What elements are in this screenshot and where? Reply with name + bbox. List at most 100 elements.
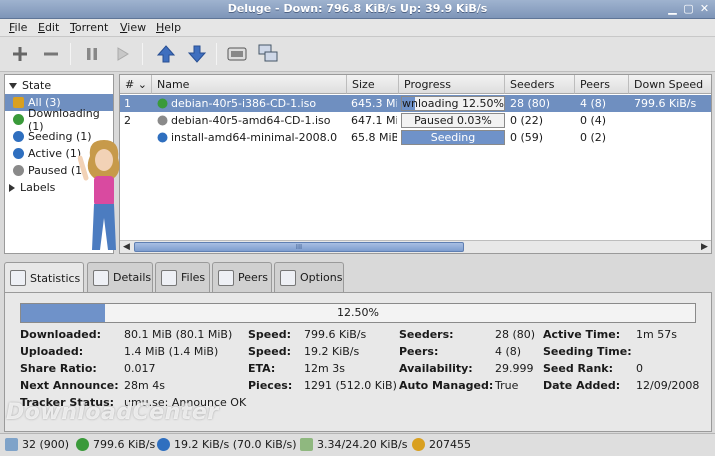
uploaded-value: 1.4 MiB (1.4 MiB) <box>124 345 219 358</box>
column-header-number[interactable]: # ⌄ <box>120 75 152 94</box>
status-download-speed[interactable]: 799.6 KiB/s <box>76 438 155 451</box>
status-download-value: 799.6 KiB/s <box>93 438 156 451</box>
horizontal-scrollbar[interactable]: ◀ III ▶ <box>120 240 711 253</box>
row-progress-bar: wnloading 12.50% <box>401 96 505 111</box>
status-dht-nodes[interactable]: 207455 <box>412 438 471 451</box>
state-header[interactable]: State <box>5 77 113 94</box>
auto-managed-label: Auto Managed: <box>399 379 494 392</box>
row-peers: 0 (4) <box>580 114 607 127</box>
row-peers: 0 (2) <box>580 131 607 144</box>
resume-button[interactable] <box>110 43 134 65</box>
minus-icon <box>44 52 58 56</box>
tab-files-label: Files <box>181 271 206 284</box>
preferences-button[interactable] <box>225 43 249 65</box>
seeders-label: Seeders: <box>399 328 454 341</box>
peers-icon <box>218 269 234 286</box>
peers-label: Peers: <box>399 345 439 358</box>
torrent-row[interactable]: 1 debian-40r5-i386-CD-1.iso 645.3 MiB wn… <box>120 95 711 112</box>
menu-help-label: elp <box>164 21 182 34</box>
protocol-traffic-icon <box>300 438 313 451</box>
tab-peers[interactable]: Peers <box>212 262 272 292</box>
pause-button[interactable] <box>80 43 104 65</box>
menu-file[interactable]: File <box>9 21 27 34</box>
share-ratio-label: Share Ratio: <box>20 362 97 375</box>
filter-downloading[interactable]: Downloading (1) <box>5 107 113 133</box>
tab-files[interactable]: Files <box>155 262 210 292</box>
scrollbar-thumb[interactable]: III <box>134 242 464 252</box>
up-speed-value: 19.2 KiB/s <box>304 345 360 358</box>
minimize-icon[interactable]: ▁ <box>665 2 680 16</box>
row-name: debian-40r5-i386-CD-1.iso <box>171 97 317 110</box>
column-header-name[interactable]: Name <box>152 75 347 94</box>
scroll-right-icon[interactable]: ▶ <box>698 241 711 253</box>
tab-options-label: Options <box>300 271 343 284</box>
arrow-down-icon <box>187 45 207 63</box>
scrollbar-grip: III <box>295 243 303 251</box>
status-protocol-traffic[interactable]: 3.34/24.20 KiB/s <box>300 438 407 451</box>
downloaded-value: 80.1 MiB (80.1 MiB) <box>124 328 233 341</box>
filter-active-label: Active (1) <box>28 147 82 160</box>
column-header-peers[interactable]: Peers <box>575 75 629 94</box>
tab-options[interactable]: Options <box>274 262 344 292</box>
seeding-icon <box>13 131 24 142</box>
down-speed-value: 799.6 KiB/s <box>304 328 367 341</box>
queue-up-button[interactable] <box>154 43 178 65</box>
next-announce-value: 28m 4s <box>124 379 165 392</box>
column-header-down-speed[interactable]: Down Speed <box>629 75 711 94</box>
menu-file-label: ile <box>14 21 28 34</box>
menu-torrent[interactable]: Torrent <box>70 21 108 34</box>
tab-details[interactable]: Details <box>87 262 153 292</box>
down-speed-label: Speed: <box>248 328 291 341</box>
upload-speed-icon <box>157 438 170 451</box>
active-time-label: Active Time: <box>543 328 621 341</box>
date-added-label: Date Added: <box>543 379 621 392</box>
seeding-time-label: Seeding Time: <box>543 345 632 358</box>
row-size: 645.3 MiB <box>351 97 397 110</box>
active-time-value: 1m 57s <box>636 328 677 341</box>
preferences-icon <box>227 47 247 61</box>
torrent-row[interactable]: 2 debian-40r5-amd64-CD-1.iso 647.1 MiB P… <box>120 112 711 129</box>
paused-icon <box>157 115 168 126</box>
status-connections[interactable]: 32 (900) <box>5 438 69 451</box>
status-upload-speed[interactable]: 19.2 KiB/s (70.0 KiB/s) <box>157 438 297 451</box>
menu-bar: File Edit Torrent View Help <box>0 19 715 37</box>
row-down-speed: 799.6 KiB/s <box>634 97 697 110</box>
menu-help[interactable]: Help <box>156 21 181 34</box>
auto-managed-value: True <box>495 379 519 392</box>
close-icon[interactable]: ✕ <box>697 2 712 16</box>
remove-torrent-button[interactable] <box>39 43 63 65</box>
maximize-icon[interactable]: ▢ <box>681 2 696 16</box>
eta-value: 12m 3s <box>304 362 345 375</box>
queue-down-button[interactable] <box>185 43 209 65</box>
menu-view-label: iew <box>127 21 147 34</box>
torrent-row[interactable]: install-amd64-minimal-2008.0 65.8 MiB Se… <box>120 129 711 146</box>
column-header-progress[interactable]: Progress <box>399 75 505 94</box>
menu-edit[interactable]: Edit <box>38 21 59 34</box>
availability-value: 29.999 <box>495 362 534 375</box>
seed-rank-value: 0 <box>636 362 643 375</box>
add-torrent-button[interactable] <box>8 43 32 65</box>
filter-paused-label: Paused (1 <box>28 164 83 177</box>
tab-statistics[interactable]: Statistics <box>4 262 84 293</box>
row-progress-text: wnloading 12.50% <box>402 97 504 110</box>
row-seeders: 0 (59) <box>510 131 544 144</box>
sort-desc-icon: ⌄ <box>137 78 147 91</box>
tab-details-label: Details <box>113 271 152 284</box>
play-icon <box>117 47 129 61</box>
overall-progress-text: 12.50% <box>337 306 379 319</box>
downloading-icon <box>157 98 168 109</box>
menu-view[interactable]: View <box>120 21 146 34</box>
connection-manager-icon <box>258 44 278 62</box>
next-announce-label: Next Announce: <box>20 379 119 392</box>
arrow-up-icon <box>156 45 176 63</box>
up-speed-label: Speed: <box>248 345 291 358</box>
connection-manager-button[interactable] <box>256 43 280 65</box>
row-size: 65.8 MiB <box>351 131 397 144</box>
menu-edit-key: E <box>38 21 45 34</box>
date-added-value: 12/09/2008 <box>636 379 700 392</box>
column-header-size[interactable]: Size <box>347 75 399 94</box>
title-bar[interactable]: Deluge - Down: 796.8 KiB/s Up: 39.9 KiB/… <box>0 0 715 19</box>
peers-value: 4 (8) <box>495 345 522 358</box>
column-header-seeders[interactable]: Seeders <box>505 75 575 94</box>
row-number: 1 <box>124 97 131 110</box>
